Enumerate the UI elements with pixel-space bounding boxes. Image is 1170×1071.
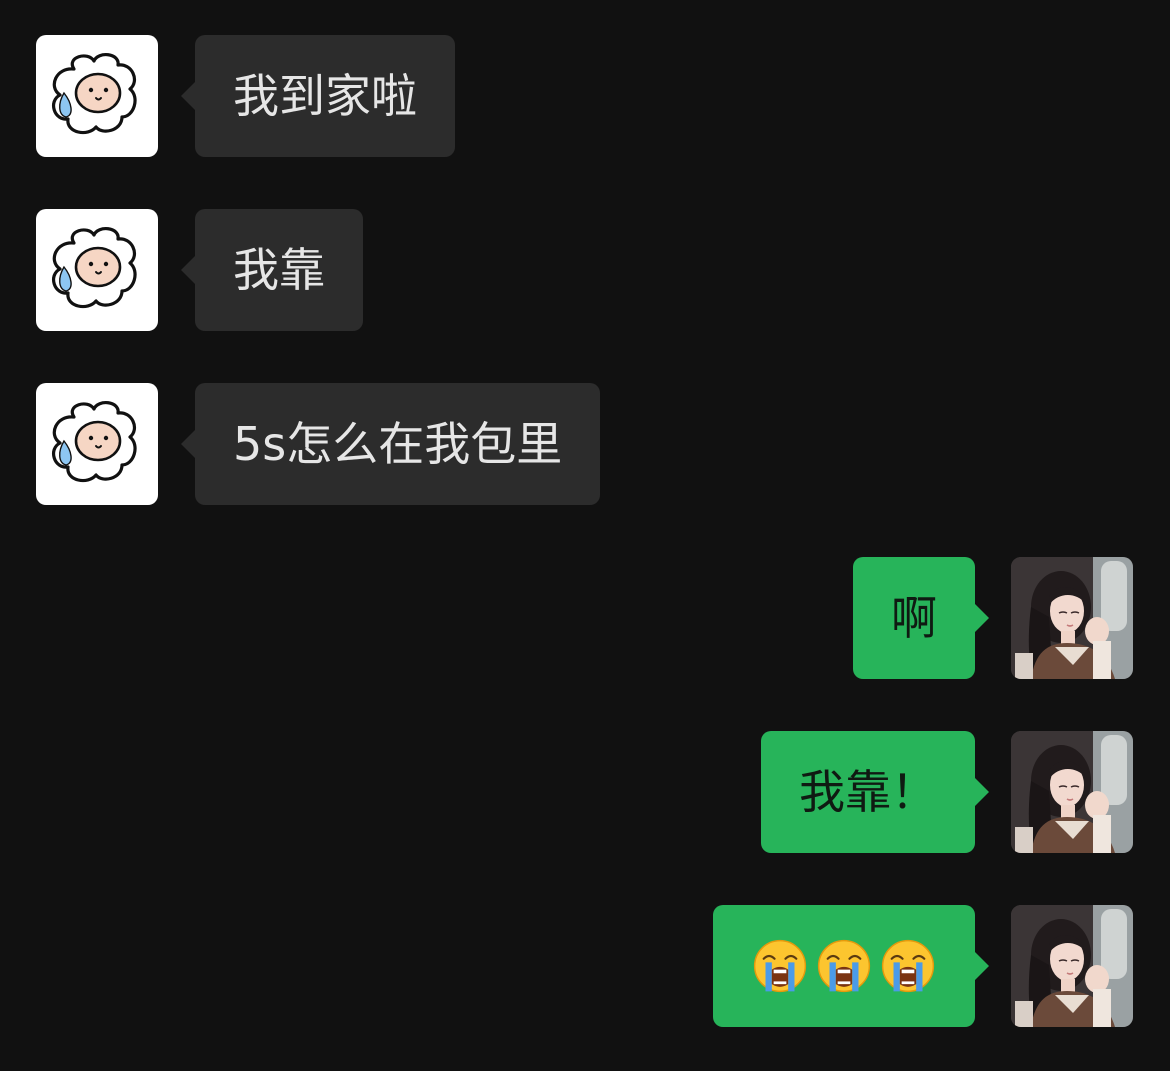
message-text: 啊	[891, 591, 937, 645]
incoming-message-bubble[interactable]: 我到家啦	[181, 35, 455, 157]
message-text: 我靠	[233, 243, 325, 297]
girl-photo-avatar[interactable]	[1011, 731, 1133, 853]
bubble-tail	[975, 604, 989, 632]
user-photo-icon	[1011, 731, 1133, 853]
message-row-incoming: 5s怎么在我包里	[0, 383, 1170, 505]
bubble-tail	[181, 430, 195, 458]
user-photo-icon	[1011, 557, 1133, 679]
bubble-tail	[975, 778, 989, 806]
bubble-tail	[975, 952, 989, 980]
bubble-tail	[181, 82, 195, 110]
message-row-outgoing: 啊	[0, 557, 1170, 679]
message-text: 我靠！	[799, 765, 937, 819]
incoming-message-bubble[interactable]: 5s怎么在我包里	[181, 383, 601, 505]
message-row-outgoing: 我靠！	[0, 731, 1170, 853]
sheep-avatar[interactable]	[36, 35, 158, 157]
message-text: 5s怎么在我包里	[233, 417, 563, 471]
incoming-message-bubble[interactable]: 我靠	[181, 209, 363, 331]
sheep-avatar[interactable]	[36, 209, 158, 331]
emoji-group	[751, 937, 937, 995]
loudly-crying-face-icon	[815, 937, 873, 995]
sheep-icon	[36, 209, 158, 331]
sheep-icon	[36, 383, 158, 505]
girl-photo-avatar[interactable]	[1011, 905, 1133, 1027]
outgoing-message-bubble[interactable]	[713, 905, 989, 1027]
girl-photo-avatar[interactable]	[1011, 557, 1133, 679]
message-row-outgoing	[0, 905, 1170, 1027]
sheep-icon	[36, 35, 158, 157]
outgoing-message-bubble[interactable]: 我靠！	[761, 731, 989, 853]
chat-thread: 我到家啦 我靠 5s怎么在我包里 啊 我靠！	[0, 0, 1170, 1071]
bubble-tail	[181, 256, 195, 284]
sheep-avatar[interactable]	[36, 383, 158, 505]
loudly-crying-face-icon	[751, 937, 809, 995]
loudly-crying-face-icon	[879, 937, 937, 995]
message-row-incoming: 我靠	[0, 209, 1170, 331]
outgoing-message-bubble[interactable]: 啊	[853, 557, 989, 679]
message-row-incoming: 我到家啦	[0, 35, 1170, 157]
user-photo-icon	[1011, 905, 1133, 1027]
message-text: 我到家啦	[233, 69, 417, 123]
